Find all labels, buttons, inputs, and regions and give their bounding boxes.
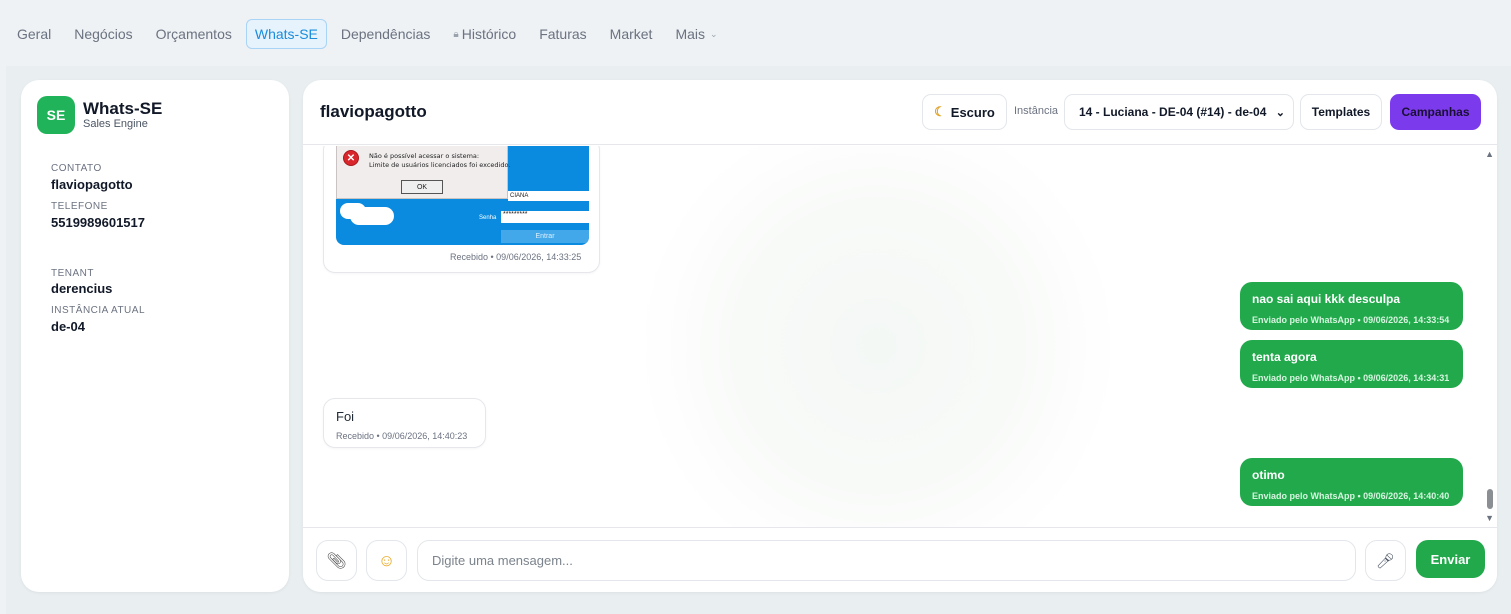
tab-label: Orçamentos <box>155 26 232 42</box>
scroll-down-arrow-icon[interactable]: ▼ <box>1485 513 1494 523</box>
chevron-down-icon: ⌄ <box>1275 107 1285 119</box>
error-icon: ✕ <box>343 150 359 166</box>
attach-button[interactable]: 📎︎ <box>316 540 357 581</box>
templates-button[interactable]: Templates <box>1300 94 1382 130</box>
message-meta: Enviado pelo WhatsApp • 09/06/2026, 14:3… <box>1252 373 1450 383</box>
outgoing-message: tenta agora Enviado pelo WhatsApp • 09/0… <box>1240 340 1463 388</box>
message-meta: Recebido • 09/06/2026, 14:33:25 <box>450 252 582 262</box>
instance-selected-value: 14 - Luciana - DE-04 (#14) - de-04 <box>1079 105 1267 119</box>
tab-orcamentos[interactable]: Orçamentos <box>147 19 241 49</box>
message-text: nao sai aqui kkk desculpa <box>1252 292 1401 306</box>
dialog-line: Não é possível acessar o sistema: <box>369 152 480 160</box>
image-message: ✕ Não é possível acessar o sistema: Limi… <box>323 146 600 273</box>
instance-select-label: Instância <box>1014 105 1059 117</box>
send-button[interactable]: Enviar <box>1416 540 1485 578</box>
tab-market[interactable]: Market <box>601 19 662 49</box>
cloud-shape <box>350 207 394 225</box>
tab-faturas[interactable]: Faturas <box>530 19 595 49</box>
error-dialog: ✕ Não é possível acessar o sistema: Limi… <box>336 146 511 199</box>
top-navigation: Geral Negócios Orçamentos Whats-SE Depen… <box>0 0 1511 66</box>
tab-geral[interactable]: Geral <box>8 19 60 49</box>
chevron-down-icon: ⌄ <box>710 28 718 39</box>
user-field: CIANA <box>508 191 589 201</box>
microphone-button[interactable]: 🎤︎ <box>1365 540 1406 581</box>
message-list[interactable]: ✕ Não é possível acessar o sistema: Limi… <box>303 146 1497 527</box>
contact-label: CONTATO <box>51 163 102 174</box>
instance-select[interactable]: 14 - Luciana - DE-04 (#14) - de-04 ⌄ <box>1064 94 1294 130</box>
smile-icon: ☺ <box>377 550 396 570</box>
microphone-icon: 🎤︎ <box>1375 552 1396 570</box>
tenant-label: TENANT <box>51 268 94 279</box>
message-text: tenta agora <box>1252 350 1317 364</box>
tab-label: Whats-SE <box>254 26 318 42</box>
message-meta: Recebido • 09/06/2026, 14:40:23 <box>336 431 468 441</box>
instance-value: de-04 <box>51 319 85 334</box>
message-text: otimo <box>1252 468 1285 482</box>
tab-label: Dependências <box>340 26 431 42</box>
outgoing-message: otimo Enviado pelo WhatsApp • 09/06/2026… <box>1240 458 1463 506</box>
password-field: ********* <box>501 211 589 223</box>
tab-label: Market <box>609 26 653 42</box>
dialog-ok-button: OK <box>401 180 443 194</box>
tab-label: Geral <box>17 26 52 42</box>
phone-value: 5519989601517 <box>51 215 145 230</box>
chat-header: flaviopagotto ☾ Escuro Instância 14 - Lu… <box>303 80 1497 145</box>
phone-label: TELEFONE <box>51 201 108 212</box>
brand-subtitle: Sales Engine <box>83 118 148 130</box>
page-title-cut <box>14 0 124 2</box>
chat-title: flaviopagotto <box>320 102 427 121</box>
attachment-image[interactable]: ✕ Não é possível acessar o sistema: Limi… <box>336 146 589 245</box>
message-input[interactable] <box>417 540 1356 581</box>
message-meta: Enviado pelo WhatsApp • 09/06/2026, 14:3… <box>1252 315 1450 325</box>
lock-icon: 🔒︎ <box>453 28 459 40</box>
instance-label: INSTÂNCIA ATUAL <box>51 305 146 316</box>
brand-logo: SE <box>37 96 75 134</box>
contact-value: flaviopagotto <box>51 177 133 192</box>
tenant-value: derencius <box>51 281 113 296</box>
tab-whats-se[interactable]: Whats-SE <box>245 19 327 49</box>
incoming-message: Foi Recebido • 09/06/2026, 14:40:23 <box>323 398 486 448</box>
outgoing-message: nao sai aqui kkk desculpa Enviado pelo W… <box>1240 282 1463 330</box>
dialog-line: Limite de usuários licenciados foi exced… <box>369 161 511 169</box>
message-composer: 📎︎ ☺ 🎤︎ Enviar <box>303 527 1497 592</box>
contact-info-panel: SE Whats-SE Sales Engine CONTATO flaviop… <box>21 80 289 592</box>
message-meta: Enviado pelo WhatsApp • 09/06/2026, 14:4… <box>1252 491 1450 501</box>
tab-historico[interactable]: 🔒︎ Histórico <box>444 19 525 49</box>
tab-dependencias[interactable]: Dependências <box>332 19 440 49</box>
message-text: Foi <box>336 409 355 424</box>
chat-panel: flaviopagotto ☾ Escuro Instância 14 - Lu… <box>303 80 1497 592</box>
brand-title: Whats-SE <box>83 99 163 118</box>
paperclip-icon: 📎︎ <box>326 552 347 570</box>
password-label: Senha <box>479 215 497 221</box>
emoji-button[interactable]: ☺ <box>366 540 407 581</box>
tab-label: Negócios <box>74 26 133 42</box>
moon-icon: ☾ <box>934 104 946 119</box>
message-scrollbar[interactable]: ▲ ▼ <box>1483 146 1497 527</box>
scroll-up-arrow-icon[interactable]: ▲ <box>1485 149 1494 159</box>
tab-negocios[interactable]: Negócios <box>65 19 141 49</box>
tab-label: Faturas <box>539 26 587 42</box>
scroll-thumb[interactable] <box>1487 489 1493 509</box>
tab-mais[interactable]: Mais ⌄ <box>666 19 726 49</box>
tab-label: Histórico <box>461 26 517 42</box>
dark-mode-button[interactable]: ☾ Escuro <box>922 94 1007 130</box>
tab-bar: Geral Negócios Orçamentos Whats-SE Depen… <box>8 19 732 49</box>
campaigns-button[interactable]: Campanhas <box>1390 94 1481 130</box>
dark-mode-label: Escuro <box>950 104 995 120</box>
login-button: Entrar <box>501 230 589 243</box>
tab-label: Mais <box>675 26 706 42</box>
